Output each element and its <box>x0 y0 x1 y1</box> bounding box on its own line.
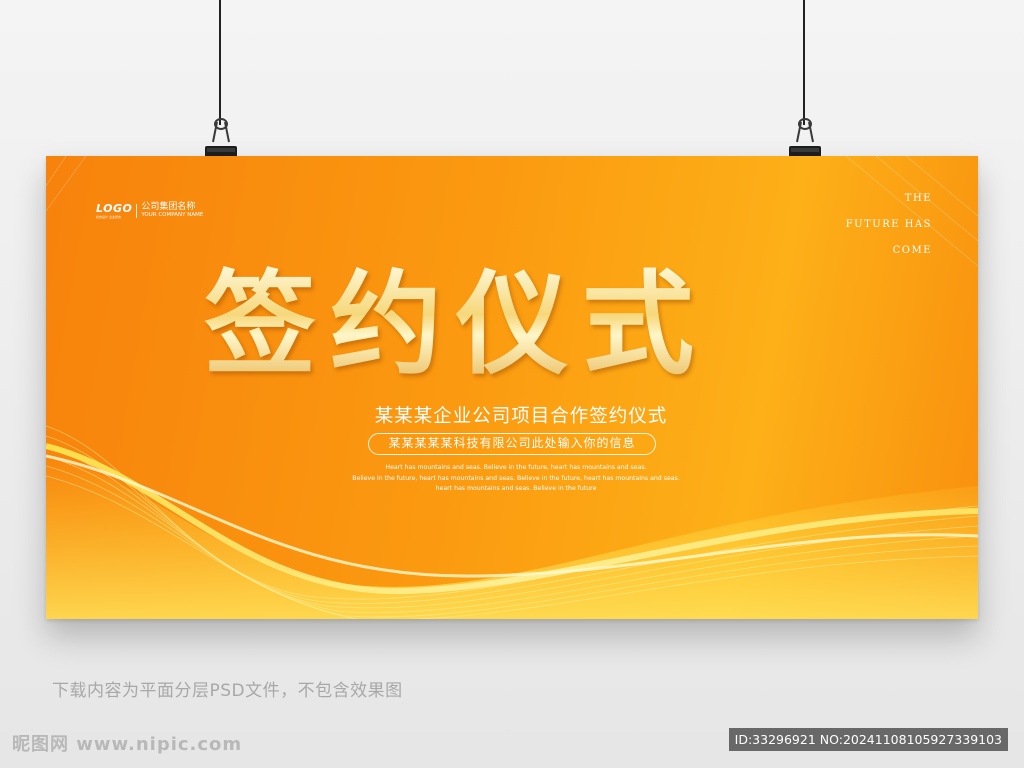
future-slogan: THE FUTURE HAS COME <box>846 186 932 264</box>
signing-ceremony-banner: LOGO 标志设计 企业标志 公司集团名称 YOUR COMPANY NAME … <box>46 156 978 619</box>
future-line-2: FUTURE HAS <box>845 219 932 230</box>
image-id-watermark: ID:33296921 NO:20241108105927339103 <box>728 728 1008 751</box>
hanging-string-left <box>219 0 221 125</box>
download-caption: 下载内容为平面分层PSD文件，不包含效果图 <box>52 681 403 701</box>
english-line-1: Heart has mountains and seas. Believe in… <box>385 464 647 471</box>
site-watermark: 昵图网 www.nipic.com <box>12 734 243 755</box>
company-name-en: YOUR COMPANY NAME <box>141 212 204 218</box>
subtitle: 某某某企业公司项目合作签约仪式 <box>374 406 668 427</box>
future-line-1: THE <box>904 193 932 204</box>
english-body-text: Heart has mountains and seas. Believe in… <box>276 463 756 495</box>
info-pill: 某某某某某科技有限公司此处输入你的信息 <box>368 433 656 455</box>
company-name: 公司集团名称 <box>141 202 196 212</box>
hanging-string-right <box>803 0 805 125</box>
logo-subtext: 标志设计 企业标志 <box>96 215 121 219</box>
english-line-2: Believe in the future, heart has mountai… <box>352 474 680 482</box>
english-line-3: heart has mountains and seas. Believe in… <box>435 485 597 492</box>
main-title: 签约仪式 <box>204 260 708 390</box>
company-logo: LOGO 标志设计 企业标志 公司集团名称 YOUR COMPANY NAME <box>96 202 203 219</box>
logo-mark: LOGO <box>96 202 133 215</box>
logo-divider <box>136 203 138 218</box>
future-line-3: COME <box>892 245 932 256</box>
